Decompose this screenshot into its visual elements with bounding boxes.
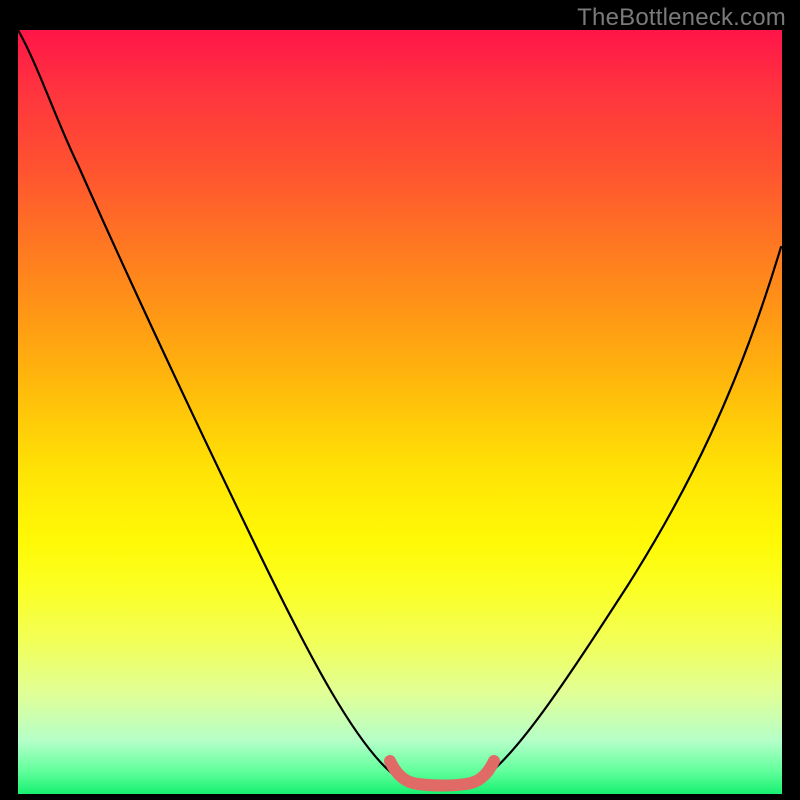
watermark-text: TheBottleneck.com	[577, 4, 786, 32]
curve-layer	[18, 30, 782, 794]
bottleneck-curve-line	[18, 30, 781, 784]
optimal-zone-highlight	[390, 761, 494, 786]
plot-area	[18, 30, 782, 794]
chart-container: TheBottleneck.com	[0, 0, 800, 800]
